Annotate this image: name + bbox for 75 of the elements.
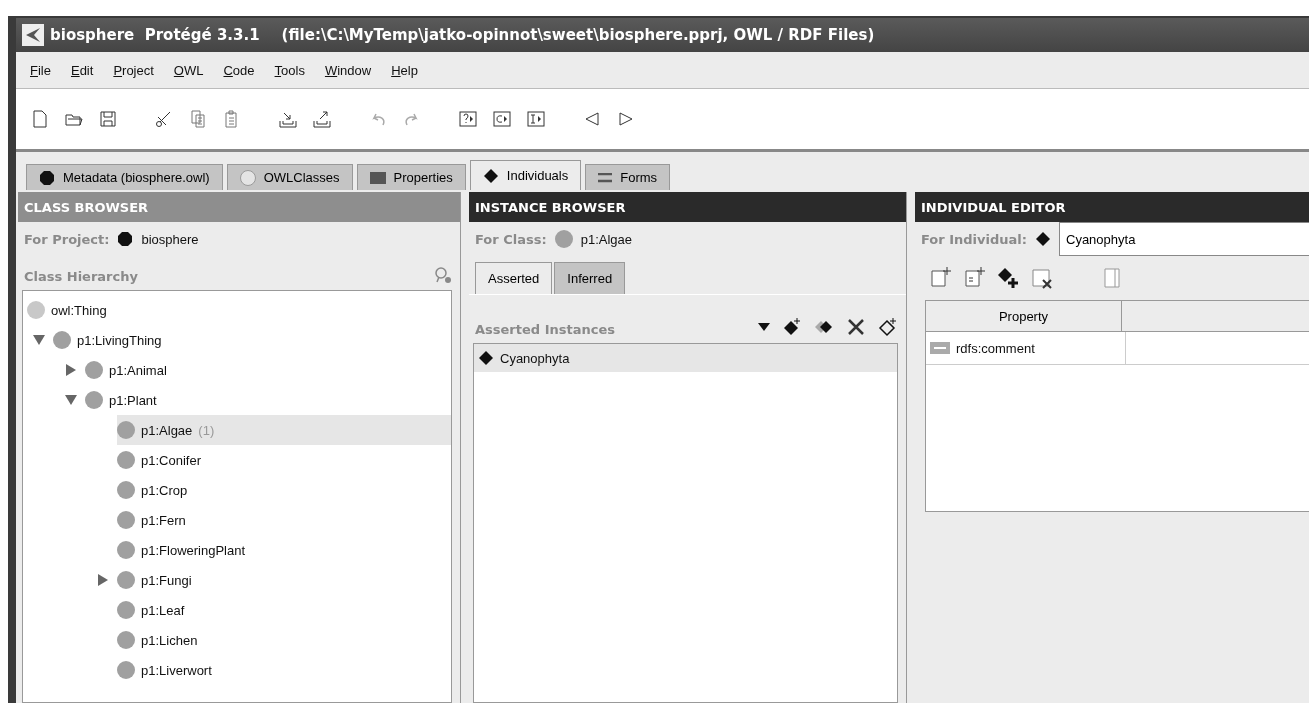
diamond-outline-icon[interactable] (878, 317, 898, 337)
new-file-icon[interactable] (30, 109, 50, 129)
circle-icon (239, 169, 256, 186)
window-title: biosphere Protégé 3.3.1 (50, 26, 260, 44)
class-icon (554, 230, 573, 248)
class-name[interactable]: owl:Thing (51, 302, 107, 318)
hexagon-icon (117, 231, 134, 247)
class-play-icon[interactable] (492, 109, 512, 129)
class-name[interactable]: p1:Animal (109, 362, 167, 378)
menu-item[interactable]: File (30, 62, 51, 78)
project-name: biosphere (141, 231, 199, 247)
copy-icon[interactable] (188, 109, 208, 129)
tab[interactable]: Properties (356, 164, 466, 190)
instance-play-icon[interactable] (526, 109, 546, 129)
hexagon-icon (39, 169, 55, 186)
class-label: For Class: (475, 231, 547, 247)
new-document-icon[interactable] (929, 266, 953, 290)
menu-item[interactable]: Code (223, 62, 255, 78)
remove-value-icon[interactable] (1031, 266, 1055, 290)
property-name: rdfs:comment (956, 340, 1035, 356)
search-icon[interactable] (434, 266, 452, 284)
menu-item[interactable]: Window (324, 62, 372, 78)
collapse-triangle-icon[interactable] (33, 334, 45, 346)
save-icon[interactable] (98, 109, 118, 129)
diamond-icon (1035, 231, 1051, 247)
menu-item[interactable]: Help (391, 62, 418, 78)
class-name: p1:Algae (580, 231, 632, 247)
class-name[interactable]: p1:Plant (109, 392, 157, 408)
caret-icon[interactable] (758, 323, 770, 331)
class-name[interactable]: p1:LivingThing (77, 332, 162, 348)
tab[interactable]: Metadata (biosphere.owl) (26, 164, 223, 190)
query-icon[interactable] (458, 109, 478, 129)
menu-item[interactable]: Tools (274, 62, 305, 78)
diamond-icon (482, 167, 499, 184)
new-document-icon[interactable] (963, 266, 987, 290)
instances-label: Asserted Instances (475, 322, 615, 337)
panel-header: CLASS BROWSER (18, 192, 460, 222)
property-icon (930, 342, 950, 354)
tab[interactable]: Individuals (469, 160, 582, 190)
add-value-icon[interactable] (997, 266, 1021, 290)
instance-name[interactable]: Cyanophyta (500, 350, 570, 366)
menu-item[interactable]: Edit (70, 62, 94, 78)
class-name[interactable]: p1:Algae (141, 422, 193, 438)
file-path: (file:\C:\MyTemp\jatko-opinnot\sweet\biosphere.pprj, OWL / RDF Files) (281, 26, 875, 44)
app-logo-icon (22, 24, 44, 46)
class-name[interactable]: p1:Leaf (141, 602, 185, 618)
rectangle-icon (369, 171, 386, 184)
tab[interactable]: Asserted (475, 262, 553, 294)
instance-count: (1) (198, 422, 215, 438)
lines-icon (598, 172, 613, 183)
export-icon[interactable] (312, 109, 332, 129)
hierarchy-label: Class Hierarchy (24, 269, 138, 284)
menu-item[interactable]: Project (113, 62, 154, 78)
expand-triangle-icon[interactable] (97, 574, 109, 586)
delete-icon[interactable] (846, 317, 866, 337)
tab[interactable]: OWLClasses (226, 164, 353, 190)
add-instance-icon[interactable] (782, 317, 802, 337)
panel-header: INSTANCE BROWSER (469, 192, 906, 222)
class-name[interactable]: p1:Lichen (141, 632, 198, 648)
class-name[interactable]: p1:Crop (141, 482, 188, 498)
class-name[interactable]: p1:Liverwort (141, 662, 212, 678)
tab[interactable]: Inferred (554, 262, 626, 294)
expand-triangle-icon[interactable] (65, 364, 77, 376)
individual-name-field[interactable]: Cyanophyta (1059, 222, 1309, 256)
class-name[interactable]: p1:Fern (141, 512, 186, 528)
class-name[interactable]: p1:Conifer (141, 452, 201, 468)
project-label: For Project: (24, 231, 110, 247)
tab[interactable]: Forms (585, 164, 671, 190)
class-name[interactable]: p1:FloweringPlant (141, 542, 246, 558)
diamond-icon (478, 350, 494, 366)
class-name[interactable]: p1:Fungi (141, 572, 192, 588)
collapse-triangle-icon[interactable] (65, 394, 77, 406)
panel-header: INDIVIDUAL EDITOR (915, 192, 1309, 222)
menu-item[interactable]: OWL (173, 62, 204, 78)
individual-label: For Individual: (921, 231, 1027, 247)
